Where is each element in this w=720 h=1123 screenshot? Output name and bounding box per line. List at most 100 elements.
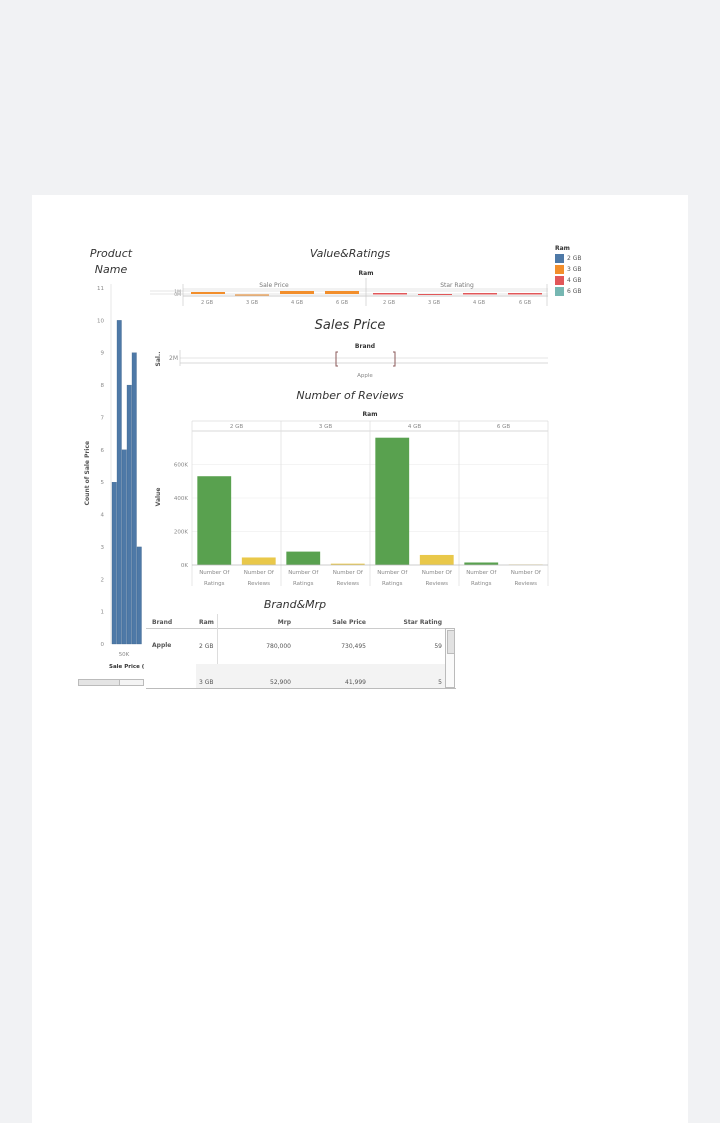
- reviews-facet-header: 4 GB: [408, 424, 422, 430]
- sales-price-brand-label: Brand: [355, 343, 375, 350]
- hist-bar[interactable]: [126, 384, 132, 645]
- legend-label: 4 GB: [567, 277, 582, 284]
- hist-y-tick: 5: [101, 480, 105, 486]
- reviews-bar[interactable]: [419, 554, 454, 565]
- sale-price-bar-2gb[interactable]: [191, 292, 225, 294]
- hist-y-tick: 10: [97, 318, 104, 324]
- reviews-x-tick-line1: Number Of: [466, 570, 497, 576]
- reviews-bar[interactable]: [464, 562, 499, 565]
- hist-y-label: Count of Sale Price: [84, 441, 91, 505]
- hist-y-tick: 1: [101, 610, 105, 616]
- ram-tick: 3 GB: [246, 300, 259, 306]
- col-header-sale-price[interactable]: Sale Price: [326, 619, 366, 626]
- reviews-facet-header: 6 GB: [497, 424, 511, 430]
- col-header-ram[interactable]: Ram: [199, 619, 214, 626]
- reviews-y-tick: 600K: [174, 463, 188, 469]
- legend-label: 2 GB: [567, 255, 582, 262]
- ram-tick: 6 GB: [519, 300, 532, 306]
- legend-swatch: [555, 254, 564, 263]
- scrollbar-thumb[interactable]: [447, 630, 455, 654]
- hist-y-tick: 2: [101, 577, 105, 583]
- brand-mrp-table: Brand Ram Mrp Sale Price Star Rating App…: [146, 614, 456, 689]
- reviews-bar[interactable]: [286, 551, 321, 565]
- legend-item-6gb[interactable]: 6 GB: [555, 287, 582, 296]
- reviews-x-tick-line1: Number Of: [377, 570, 408, 576]
- sale-price-bar-4gb[interactable]: [280, 291, 314, 294]
- legend-item-4gb[interactable]: 4 GB: [555, 276, 582, 285]
- legend-item-3gb[interactable]: 3 GB: [555, 265, 582, 274]
- legend-label: 6 GB: [567, 288, 582, 295]
- hist-y-tick: 4: [101, 513, 105, 519]
- star-rating-bar-3gb[interactable]: [418, 294, 452, 295]
- table-cell-mrp: 780,000: [266, 643, 291, 650]
- legend-swatch: [555, 287, 564, 296]
- sales-price-title: Sales Price: [314, 318, 386, 333]
- legend-swatch: [555, 265, 564, 274]
- reviews-y-tick: 200K: [174, 530, 188, 536]
- sale-price-bar-3gb[interactable]: [235, 294, 269, 296]
- table-header-divider: [146, 628, 446, 629]
- reviews-x-tick-line1: Number Of: [422, 570, 453, 576]
- histogram-x-label: Sale Price (: [109, 664, 145, 670]
- hist-bar[interactable]: [131, 352, 137, 645]
- hist-y-tick: 6: [101, 448, 105, 454]
- reviews-facet-label: Ram: [363, 411, 378, 418]
- reviews-bar[interactable]: [375, 437, 410, 565]
- legend-label: 3 GB: [567, 266, 582, 273]
- hist-bar[interactable]: [116, 320, 122, 645]
- hist-bar[interactable]: [111, 482, 117, 645]
- star-rating-bar-6gb[interactable]: [508, 293, 542, 295]
- table-scrollbar[interactable]: [445, 628, 455, 688]
- table-cell-ram: 2 GB: [199, 643, 214, 650]
- hist-y-tick: 8: [101, 383, 105, 389]
- sales-price-x-tick: Apple: [357, 373, 373, 379]
- reviews-x-tick-line2: Reviews: [248, 581, 271, 587]
- table-cell-brand: Apple: [152, 642, 172, 649]
- reviews-bar[interactable]: [197, 476, 232, 565]
- hist-y-tick: 0: [101, 642, 105, 648]
- hist-y-tick: 3: [101, 545, 105, 551]
- col-header-star-rating[interactable]: Star Rating: [396, 619, 442, 626]
- hist-y-tick: 7: [101, 415, 105, 421]
- sale-price-bar-6gb[interactable]: [325, 291, 359, 294]
- reviews-x-tick-line1: Number Of: [288, 570, 319, 576]
- ram-tick: 3 GB: [428, 300, 441, 306]
- scrollbar-thumb[interactable]: [79, 680, 120, 685]
- reviews-x-tick-line2: Ratings: [382, 581, 403, 587]
- table-bottom-border: [146, 688, 456, 689]
- hist-y-tick: 11: [97, 286, 104, 292]
- hist-bar[interactable]: [136, 546, 142, 645]
- value-ratings-star-rating-label: Star Rating: [440, 282, 474, 289]
- star-rating-bar-4gb[interactable]: [463, 293, 497, 295]
- reviews-x-tick-line1: Number Of: [244, 570, 275, 576]
- sales-price-range-mark[interactable]: [335, 351, 396, 367]
- table-cell-ram: 3 GB: [199, 679, 214, 686]
- table-cell-sale-price: 730,495: [341, 643, 366, 650]
- col-header-mrp[interactable]: Mrp: [256, 619, 291, 626]
- reviews-bar[interactable]: [241, 557, 276, 565]
- table-cell-mrp: 52,900: [270, 679, 291, 686]
- sales-price-y-label: Sal..: [155, 352, 162, 367]
- reviews-y-label: Value: [155, 488, 162, 507]
- hist-x-tick: 50K: [119, 652, 130, 658]
- legend-item-2gb[interactable]: 2 GB: [555, 254, 582, 263]
- ram-tick: 2 GB: [201, 300, 214, 306]
- value-ratings-chart: Ram Sale Price Star Rating 1M 0M 2 GB 3 …: [150, 270, 548, 306]
- star-rating-bar-2gb[interactable]: [373, 293, 407, 295]
- reviews-facet-header: 2 GB: [230, 424, 244, 430]
- legend-swatch: [555, 276, 564, 285]
- ram-tick: 6 GB: [336, 300, 349, 306]
- reviews-x-tick-line1: Number Of: [199, 570, 230, 576]
- col-header-brand[interactable]: Brand: [152, 619, 172, 626]
- reviews-x-tick-line2: Ratings: [204, 581, 225, 587]
- ram-tick: 4 GB: [291, 300, 304, 306]
- ram-tick: 4 GB: [473, 300, 486, 306]
- reviews-y-tick: 400K: [174, 496, 188, 502]
- histogram-scrollbar[interactable]: [78, 679, 144, 686]
- legend-title: Ram: [555, 245, 570, 252]
- reviews-x-tick-line1: Number Of: [333, 570, 364, 576]
- reviews-x-tick-line2: Reviews: [426, 581, 449, 587]
- reviews-y-tick: 0K: [181, 563, 188, 569]
- hist-bar[interactable]: [121, 449, 127, 645]
- hist-y-tick: 9: [101, 351, 105, 357]
